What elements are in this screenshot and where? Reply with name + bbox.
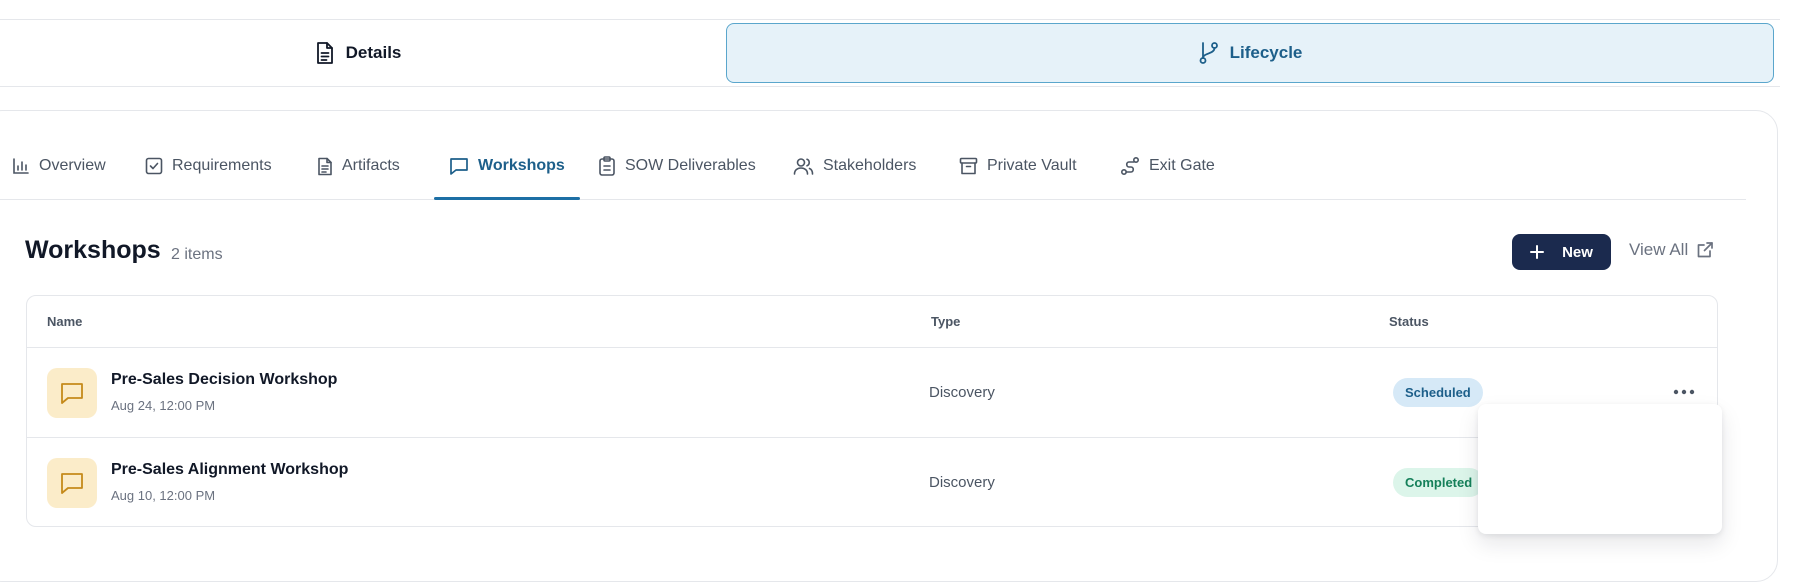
git-branch-icon (1198, 41, 1220, 65)
tab-stakeholders-label: Stakeholders (823, 157, 917, 174)
item-count: 2 items (171, 246, 223, 263)
workshop-name[interactable]: Pre-Sales Decision Workshop (111, 371, 337, 389)
row-actions-menu (1478, 404, 1722, 534)
tab-details-label: Details (345, 43, 402, 62)
tab-sow-deliverables[interactable]: SOW Deliverables (598, 133, 756, 199)
checkbox-icon (145, 157, 163, 175)
tab-workshops[interactable]: Workshops (434, 133, 580, 200)
tab-workshops-label: Workshops (478, 157, 565, 174)
new-button-label: New (1562, 243, 1593, 261)
table-row[interactable]: Pre-Sales Alignment Workshop Aug 10, 12:… (27, 438, 1717, 526)
workshop-type: Discovery (929, 474, 995, 491)
workshop-chat-icon (47, 458, 97, 508)
tab-private-vault-label: Private Vault (987, 157, 1077, 174)
archive-icon (959, 157, 978, 175)
more-horizontal-icon (1673, 389, 1695, 395)
view-all-link[interactable]: View All (1629, 240, 1714, 260)
tab-private-vault[interactable]: Private Vault (959, 133, 1077, 199)
tab-exit-gate[interactable]: Exit Gate (1120, 133, 1215, 199)
tab-sow-deliverables-label: SOW Deliverables (625, 157, 756, 174)
workshop-type: Discovery (929, 384, 995, 401)
chat-icon (449, 156, 469, 176)
tab-overview-label: Overview (39, 157, 106, 174)
users-icon (793, 157, 814, 175)
bar-chart-icon (12, 157, 30, 175)
table-row[interactable]: Pre-Sales Decision Workshop Aug 24, 12:0… (27, 348, 1717, 438)
new-button[interactable]: New (1512, 234, 1611, 270)
tab-requirements-label: Requirements (172, 157, 272, 174)
tab-details[interactable]: Details (0, 20, 715, 86)
document-icon (314, 41, 336, 65)
plus-icon (1530, 245, 1545, 259)
workshop-chat-icon (47, 368, 97, 418)
row-actions-button[interactable] (1667, 378, 1701, 406)
mode-tab-bar: Details Lifecycle (0, 19, 1780, 87)
tab-lifecycle-label: Lifecycle (1229, 43, 1303, 62)
route-icon (1120, 156, 1140, 176)
workshops-table: Name Type Status Pre-Sales Decision Work… (26, 295, 1718, 527)
tab-overview[interactable]: Overview (12, 133, 106, 199)
table-header: Name Type Status (27, 296, 1717, 348)
column-header-status: Status (1389, 314, 1429, 329)
section-title: Workshops (25, 236, 161, 264)
tab-lifecycle[interactable]: Lifecycle (726, 23, 1774, 83)
tab-artifacts[interactable]: Artifacts (317, 133, 400, 199)
tab-stakeholders[interactable]: Stakeholders (793, 133, 916, 199)
tab-requirements[interactable]: Requirements (145, 133, 272, 199)
clipboard-icon (598, 156, 616, 176)
workshop-date: Aug 24, 12:00 PM (111, 398, 216, 413)
tab-exit-gate-label: Exit Gate (1149, 157, 1215, 174)
tab-artifacts-label: Artifacts (342, 157, 400, 174)
external-link-icon (1696, 241, 1714, 259)
column-header-name: Name (47, 314, 83, 329)
status-badge: Completed (1393, 468, 1485, 497)
workshop-date: Aug 10, 12:00 PM (111, 488, 216, 503)
document-icon (317, 157, 333, 176)
status-badge: Scheduled (1393, 378, 1483, 407)
view-all-label: View All (1629, 240, 1689, 259)
column-header-type: Type (931, 314, 961, 329)
workshop-name[interactable]: Pre-Sales Alignment Workshop (111, 461, 348, 479)
sub-tab-bar: Overview Requirements Artifacts Workshop… (0, 133, 1746, 200)
